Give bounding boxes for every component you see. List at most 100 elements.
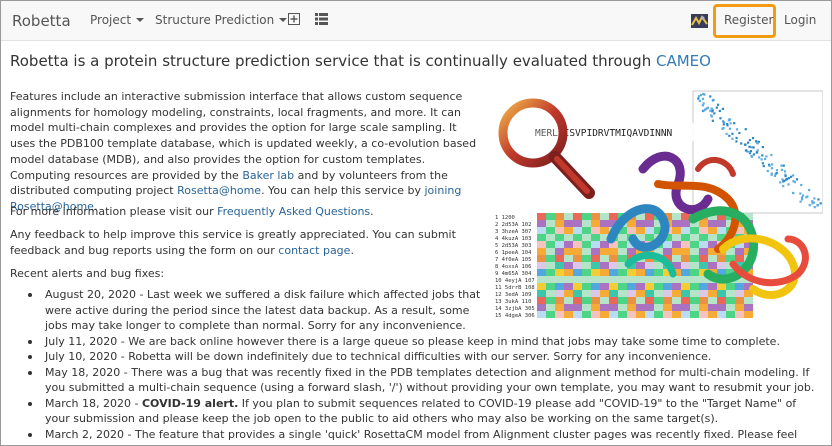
faq-paragraph: For more information please visit our Fr… — [10, 204, 480, 220]
alignment-cell — [672, 311, 681, 318]
alignment-cell — [600, 269, 609, 276]
alignment-cell — [717, 255, 726, 262]
alert-date: July 11, 2020 — [45, 334, 118, 348]
contact-dot — [709, 109, 712, 112]
alignment-cell — [546, 220, 555, 227]
alignment-cell — [699, 283, 708, 290]
alignment-cell — [618, 234, 627, 241]
contact-dot — [813, 197, 816, 200]
contact-dot — [710, 107, 713, 110]
alignment-cell — [555, 283, 564, 290]
alignment-row-label: 11 5drrB 108 — [495, 285, 535, 291]
intro-paragraph: Features include an interactive submissi… — [10, 89, 480, 215]
alignment-cell — [699, 297, 708, 304]
contact-dot — [758, 156, 761, 159]
brand-logo-text[interactable]: Robetta — [12, 12, 71, 30]
alignment-cell — [708, 262, 717, 269]
alignment-row-label: 6 1peeA 104 — [495, 250, 532, 256]
alerts-heading: Recent alerts and bug fixes: — [10, 267, 165, 280]
alignment-row-label: 9 4m65A 304 — [495, 271, 532, 277]
alignment-cell — [573, 255, 582, 262]
alignment-cell — [735, 304, 744, 311]
alignment-cell — [627, 269, 636, 276]
contact-dot — [744, 149, 748, 152]
alignment-cell — [663, 304, 672, 311]
alignment-cell — [708, 220, 717, 227]
plus-square-icon[interactable] — [288, 13, 300, 28]
contact-dot — [699, 93, 703, 97]
contact-dot — [735, 136, 738, 140]
alignment-cell — [555, 311, 564, 318]
alignment-cell — [645, 234, 654, 241]
alignment-cell — [591, 276, 600, 283]
alert-item: March 18, 2020 - COVID-19 alert. If you … — [28, 396, 821, 427]
alignment-cell — [600, 297, 609, 304]
alignment-cell — [582, 311, 591, 318]
nav-project-dropdown[interactable]: Project — [90, 13, 145, 27]
alignment-cell — [627, 227, 636, 234]
contact-dot — [713, 112, 716, 115]
alignment-cell — [618, 269, 627, 276]
alignment-cell — [600, 248, 609, 255]
contact-dot — [779, 181, 782, 184]
page-frame: Robetta Project Structure Prediction Reg… — [0, 0, 832, 446]
faq-link[interactable]: Frequently Asked Questions — [217, 205, 370, 218]
alignment-cell — [591, 241, 600, 248]
contact-dot — [722, 123, 725, 126]
rosetta-home-link[interactable]: Rosetta@home — [177, 184, 261, 197]
alignment-cell — [537, 241, 546, 248]
alignment-cell — [573, 276, 582, 283]
alignment-cell — [546, 311, 555, 318]
alignment-cell — [708, 283, 717, 290]
alignment-cell — [627, 297, 636, 304]
alignment-cell — [672, 227, 681, 234]
list-grid-icon[interactable] — [315, 13, 328, 28]
alignment-cell — [708, 311, 717, 318]
alignment-cell — [564, 213, 573, 220]
page-headline: Robetta is a protein structure predictio… — [10, 52, 711, 70]
alignment-cell — [690, 227, 699, 234]
nav-structure-prediction-dropdown[interactable]: Structure Prediction — [155, 13, 288, 27]
alignment-cell — [546, 297, 555, 304]
alignment-cell — [636, 262, 645, 269]
baker-lab-link[interactable]: Baker lab — [242, 169, 294, 182]
alignment-cell — [744, 297, 753, 304]
contact-dot — [789, 175, 793, 178]
contact-dot — [744, 143, 747, 146]
alignment-cell — [663, 297, 672, 304]
alignment-cell — [636, 227, 645, 234]
alignment-row-label: 1 1200 — [495, 215, 515, 221]
alignment-cell — [609, 262, 618, 269]
contact-dot — [728, 118, 731, 121]
alignment-cell — [600, 283, 609, 290]
alignment-cell — [555, 304, 564, 311]
alignment-cell — [591, 234, 600, 241]
alignment-cell — [690, 283, 699, 290]
register-link[interactable]: Register — [724, 13, 773, 27]
contact-dot — [806, 195, 809, 198]
contact-dot — [752, 153, 756, 156]
cameo-link[interactable]: CAMEO — [656, 52, 711, 70]
alignment-cell — [618, 311, 627, 318]
alignment-cell — [600, 213, 609, 220]
alignment-cell — [672, 283, 681, 290]
alignment-cell — [573, 248, 582, 255]
alignment-cell — [555, 213, 564, 220]
contact-dot — [718, 109, 721, 113]
alignment-cell — [681, 304, 690, 311]
alignment-cell — [663, 248, 672, 255]
contact-dot — [770, 167, 774, 170]
contact-dot — [782, 184, 785, 188]
alignment-cell — [636, 304, 645, 311]
alignment-cell — [600, 311, 609, 318]
contact-dot — [751, 136, 755, 140]
contact-dot — [701, 97, 705, 101]
contact-page-link[interactable]: contact page — [278, 244, 350, 257]
alignment-cell — [681, 262, 690, 269]
alignment-cell — [654, 304, 663, 311]
login-link[interactable]: Login — [784, 13, 816, 27]
alignment-cell — [555, 269, 564, 276]
alignment-cell — [564, 227, 573, 234]
feedback-paragraph: Any feedback to help improve this servic… — [10, 227, 485, 258]
contact-dot — [801, 194, 805, 197]
